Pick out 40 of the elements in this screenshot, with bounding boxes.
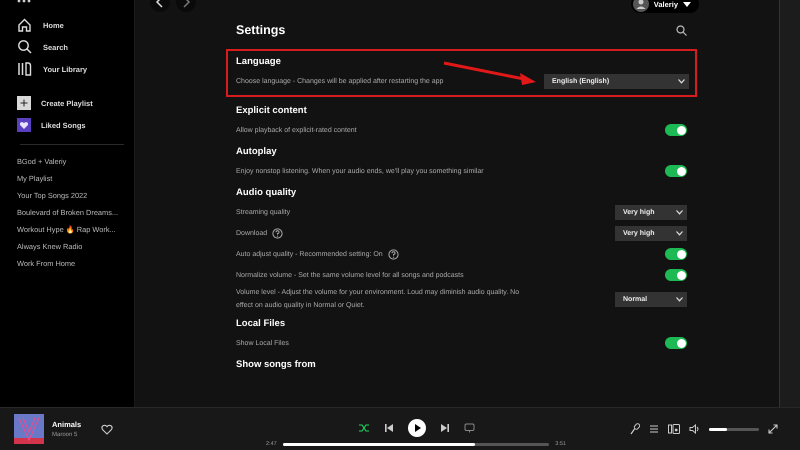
caret-icon xyxy=(683,2,691,6)
microphone-icon[interactable] xyxy=(630,423,640,435)
chevron-down-icon xyxy=(676,210,683,214)
more-icon[interactable] xyxy=(17,0,31,3)
progress-bar[interactable] xyxy=(282,442,550,446)
devices-icon[interactable] xyxy=(668,424,680,434)
library-icon xyxy=(17,61,33,77)
search-icon[interactable] xyxy=(676,24,687,36)
volume-slider[interactable] xyxy=(709,428,759,430)
chevron-down-icon xyxy=(676,296,683,302)
page-title: Settings xyxy=(236,23,286,37)
search-icon xyxy=(17,39,33,55)
toggle-switch[interactable] xyxy=(665,124,687,136)
queue-icon[interactable] xyxy=(649,424,659,434)
album-art-drawing xyxy=(14,414,44,444)
previous-icon[interactable] xyxy=(384,423,394,433)
help-icon[interactable] xyxy=(388,248,399,260)
speaker-icon[interactable] xyxy=(689,424,700,434)
home-icon xyxy=(17,17,33,33)
section-title: Autoplay xyxy=(236,145,278,159)
section-title: Audio quality xyxy=(236,186,298,200)
toggle-switch[interactable] xyxy=(665,269,687,281)
expand-icon[interactable] xyxy=(768,424,778,434)
scrollbar[interactable] xyxy=(779,0,800,407)
heart-icon[interactable] xyxy=(101,424,114,434)
section-title: Show songs from xyxy=(236,358,317,372)
toggle-switch[interactable] xyxy=(665,337,687,349)
chevron-down-icon xyxy=(678,78,685,84)
shuffle-icon[interactable] xyxy=(358,422,370,434)
toggle-switch[interactable] xyxy=(665,165,687,177)
toggle-switch[interactable] xyxy=(665,248,687,260)
user-avatar-icon xyxy=(632,0,649,12)
chevron-down-icon xyxy=(676,230,683,236)
section-title: Local Files xyxy=(236,317,286,331)
play-icon[interactable] xyxy=(408,419,426,437)
section-title: Explicit content xyxy=(236,104,308,118)
next-icon[interactable] xyxy=(440,423,450,433)
help-icon[interactable] xyxy=(272,228,284,238)
section-title: Language xyxy=(236,55,282,69)
plus-icon xyxy=(17,96,31,110)
